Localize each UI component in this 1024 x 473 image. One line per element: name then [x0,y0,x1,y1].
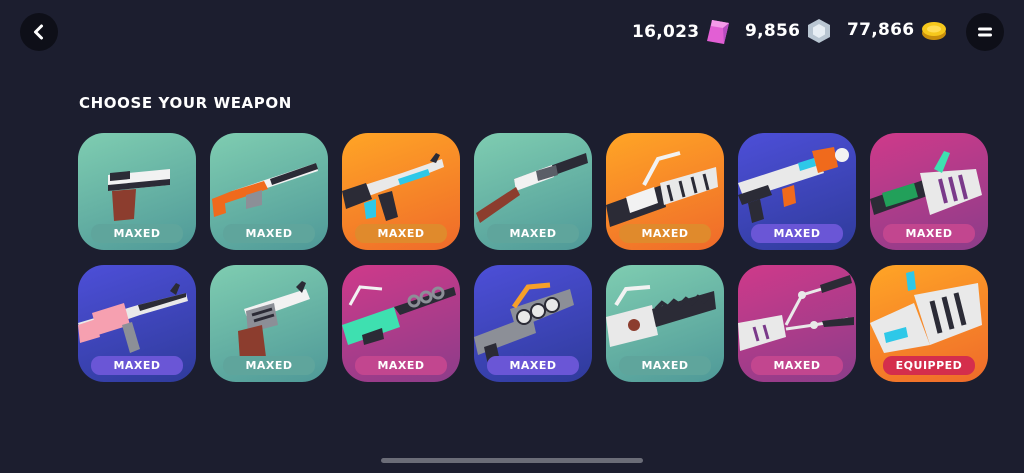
weapon-status-badge: MAXED [487,356,579,375]
gems-counter: 16,023 [632,18,731,46]
weapon-status-badge: MAXED [751,356,843,375]
weapon-status-badge: MAXED [91,224,183,243]
weapon-status-badge: MAXED [355,224,447,243]
home-indicator[interactable] [381,458,643,463]
equals-menu-icon [978,27,992,37]
weapon-status-badge: MAXED [619,356,711,375]
weapon-status-badge: MAXED [355,356,447,375]
weapon-card-claw-arm[interactable]: MAXED [738,265,856,382]
weapon-card-minigun[interactable]: MAXED [606,133,724,250]
weapon-select-screen: 16,023 9,856 77,866 CHOOSE YOUR WEAPON M… [0,0,1024,473]
weapon-status-badge: MAXED [91,356,183,375]
chevron-left-icon [34,24,43,40]
weapon-card-rocket-launcher[interactable]: MAXED [738,133,856,250]
coins-counter: 77,866 [847,18,948,42]
weapon-card-assault-rifle[interactable]: MAXED [342,133,460,250]
crystals-counter: 9,856 [745,18,832,44]
coins-amount: 77,866 [847,20,915,40]
weapon-card-grenade-launcher[interactable]: MAXED [474,265,592,382]
weapon-card-blaster[interactable]: MAXED [870,133,988,250]
weapon-card-chain-gun[interactable]: MAXED [342,265,460,382]
weapon-status-badge: MAXED [223,224,315,243]
weapon-status-badge: MAXED [223,356,315,375]
weapon-grid: MAXED MAXED MAXED MAXED MAXED MAXED MAXE… [78,133,988,382]
weapon-status-badge: EQUIPPED [883,356,975,375]
weapon-status-badge: MAXED [487,224,579,243]
weapon-card-heavy-blaster[interactable]: EQUIPPED [870,265,988,382]
weapon-status-badge: MAXED [619,224,711,243]
back-button[interactable] [20,13,58,51]
gold-coin-icon [922,22,947,40]
pink-gem-icon [707,20,730,44]
weapon-card-revolver[interactable]: MAXED [210,265,328,382]
weapon-card-chainsaw[interactable]: MAXED [606,265,724,382]
weapon-status-badge: MAXED [751,224,843,243]
weapon-card-m4-rifle[interactable]: MAXED [78,265,196,382]
weapon-card-pistol[interactable]: MAXED [78,133,196,250]
weapon-status-badge: MAXED [883,224,975,243]
weapon-card-shotgun[interactable]: MAXED [210,133,328,250]
menu-button[interactable] [966,13,1004,51]
silver-hexagon-icon [808,19,831,43]
page-title: CHOOSE YOUR WEAPON [79,94,292,112]
weapon-card-pump-shotgun[interactable]: MAXED [474,133,592,250]
crystals-amount: 9,856 [745,21,801,41]
gems-amount: 16,023 [632,22,700,42]
